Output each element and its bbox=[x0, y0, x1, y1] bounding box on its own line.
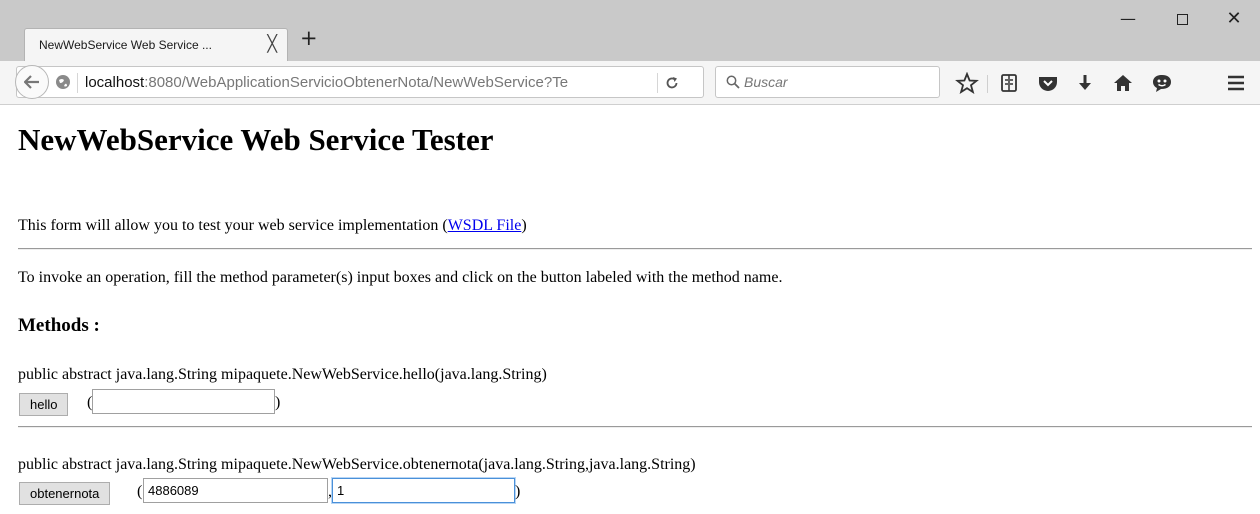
divider bbox=[18, 426, 1252, 428]
reload-icon[interactable] bbox=[665, 76, 679, 90]
tab-title: NewWebService Web Service ... bbox=[39, 38, 212, 52]
reading-list-icon[interactable] bbox=[997, 72, 1021, 94]
bookmark-star-icon[interactable] bbox=[955, 72, 979, 94]
back-button[interactable] bbox=[15, 65, 49, 99]
home-icon[interactable] bbox=[1111, 72, 1135, 94]
url-path: :8080/WebApplicationServicioObtenerNota/… bbox=[144, 74, 569, 91]
maximize-button[interactable] bbox=[1162, 6, 1202, 32]
divider bbox=[18, 248, 1252, 250]
open-paren: ( bbox=[137, 483, 143, 500]
close-paren: ) bbox=[515, 483, 521, 500]
intro-paragraph: This form will allow you to test your we… bbox=[18, 217, 527, 235]
page-title: NewWebService Web Service Tester bbox=[18, 122, 494, 157]
minimize-button[interactable]: — bbox=[1108, 6, 1148, 32]
search-bar[interactable]: Buscar bbox=[715, 66, 940, 98]
chat-icon[interactable] bbox=[1150, 72, 1174, 94]
close-paren: ) bbox=[275, 394, 281, 411]
search-input[interactable]: Buscar bbox=[744, 74, 788, 90]
obtenernota-param1-input[interactable] bbox=[143, 478, 328, 503]
intro-close: ) bbox=[521, 217, 527, 234]
hello-param-input[interactable] bbox=[92, 389, 275, 414]
toolbar-separator bbox=[987, 75, 988, 93]
pocket-icon[interactable] bbox=[1036, 72, 1060, 94]
intro-text: This form will allow you to test your we… bbox=[18, 217, 448, 234]
nav-toolbar: localhost:8080/WebApplicationServicioObt… bbox=[0, 61, 1260, 105]
methods-heading: Methods : bbox=[18, 315, 100, 336]
search-icon bbox=[726, 75, 740, 89]
method-signature: public abstract java.lang.String mipaque… bbox=[18, 456, 696, 473]
wsdl-file-link[interactable]: WSDL File bbox=[448, 217, 522, 234]
title-bar: NewWebService Web Service ... ╳ + — ✕ bbox=[0, 0, 1260, 61]
url-host: localhost bbox=[85, 74, 145, 91]
globe-icon[interactable] bbox=[55, 74, 71, 90]
hello-button[interactable]: hello bbox=[19, 393, 69, 416]
download-icon[interactable] bbox=[1073, 72, 1097, 94]
menu-icon[interactable] bbox=[1224, 72, 1248, 94]
maximize-icon bbox=[1176, 14, 1188, 25]
new-tab-button[interactable]: + bbox=[300, 28, 318, 49]
tab-active[interactable]: NewWebService Web Service ... ╳ bbox=[24, 28, 288, 61]
obtenernota-button[interactable]: obtenernota bbox=[19, 482, 111, 505]
url-separator-2 bbox=[657, 73, 658, 93]
instructions-text: To invoke an operation, fill the method … bbox=[18, 269, 783, 286]
close-window-button[interactable]: ✕ bbox=[1214, 6, 1254, 32]
url-bar[interactable]: localhost:8080/WebApplicationServicioObt… bbox=[15, 65, 704, 99]
back-arrow-icon bbox=[23, 75, 39, 89]
tab-close-icon[interactable]: ╳ bbox=[267, 34, 277, 53]
obtenernota-param2-input[interactable] bbox=[332, 478, 515, 503]
method-signature: public abstract java.lang.String mipaque… bbox=[18, 366, 547, 383]
url-text[interactable]: localhost:8080/WebApplicationServicioObt… bbox=[85, 74, 635, 91]
url-separator bbox=[77, 73, 78, 93]
